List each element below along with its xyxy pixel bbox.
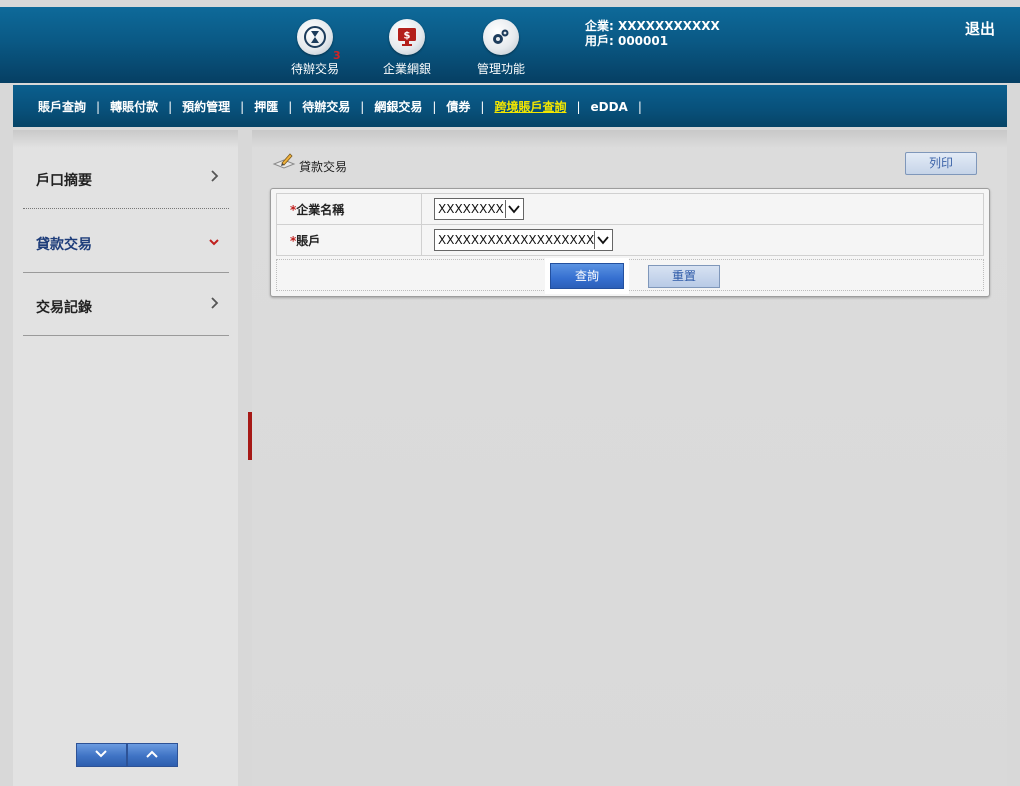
chevron-down-icon[interactable] <box>594 231 612 249</box>
corporate-banking-label: 企業網銀 <box>382 62 431 76</box>
company-name-select[interactable]: XXXXXXXX <box>434 198 524 220</box>
page-header: 貸款交易 <box>272 151 347 175</box>
management-label: 管理功能 <box>476 62 525 76</box>
hourglass-icon[interactable] <box>297 19 333 55</box>
sidebar-scroll-buttons <box>76 743 178 767</box>
sidebar-item-label: 戶口摘要 <box>36 172 92 189</box>
user-info: 企業: XXXXXXXXXXX 用戶: 000001 <box>585 19 720 49</box>
menu-item-transfer-payment[interactable]: 轉賬付款 <box>110 98 158 115</box>
chevron-down-icon <box>95 750 107 758</box>
menu-item-edda[interactable]: eDDA <box>591 100 628 114</box>
chevron-right-icon <box>211 297 219 313</box>
svg-text:$: $ <box>404 31 411 42</box>
main-menu-bar: 賬戶查詢 | 轉賬付款 | 預約管理 | 押匯 | 待辦交易 | 網銀交易 | … <box>13 85 1007 127</box>
sidebar-divider <box>23 335 229 336</box>
scroll-down-button[interactable] <box>76 743 127 767</box>
menu-separator: | <box>360 99 365 114</box>
menu-item-pending-transactions[interactable]: 待辦交易 <box>302 98 350 115</box>
pending-count-badge: 3 <box>333 49 341 62</box>
pending-transactions-nav[interactable]: 3 待辦交易 <box>280 19 350 77</box>
sidebar-item-label: 交易記錄 <box>36 299 92 316</box>
company-name-label: *企業名稱 <box>276 193 422 225</box>
reset-button[interactable]: 重置 <box>648 265 720 288</box>
pencil-paper-icon <box>272 151 296 175</box>
user-line: 用戶: 000001 <box>585 34 669 48</box>
menu-item-online-transactions[interactable]: 網銀交易 <box>374 98 422 115</box>
chevron-right-icon <box>211 170 219 186</box>
account-select[interactable]: XXXXXXXXXXXXXXXXXXXXX <box>434 229 613 251</box>
print-button[interactable]: 列印 <box>905 152 977 175</box>
menu-separator: | <box>288 99 293 114</box>
menu-items: 賬戶查詢 | 轉賬付款 | 預約管理 | 押匯 | 待辦交易 | 網銀交易 | … <box>38 98 652 115</box>
sidebar-item-loan-transactions[interactable]: 貸款交易 <box>23 210 229 273</box>
query-button[interactable]: 查詢 <box>550 263 624 289</box>
menu-separator: | <box>480 99 485 114</box>
account-cell: XXXXXXXXXXXXXXXXXXXXX <box>421 224 984 256</box>
monitor-dollar-icon[interactable]: $ <box>389 19 425 55</box>
sidebar-divider <box>23 208 229 209</box>
menu-item-scheduled-management[interactable]: 預約管理 <box>182 98 230 115</box>
management-nav[interactable]: 管理功能 <box>466 19 536 77</box>
menu-separator: | <box>432 99 437 114</box>
menu-separator: | <box>168 99 173 114</box>
scroll-up-button[interactable] <box>127 743 178 767</box>
chevron-down-icon <box>209 234 219 250</box>
menu-separator: | <box>637 99 642 114</box>
top-header: 3 待辦交易 $ 企業網銀 管理功能 企業: XXXXXXXXXXX 用戶: 0… <box>0 7 1020 83</box>
sidebar-item-label: 貸款交易 <box>36 236 92 253</box>
company-name-cell: XXXXXXXX <box>421 193 984 225</box>
menu-separator: | <box>240 99 245 114</box>
main-content: 貸款交易 列印 *企業名稱 XXXXXXXX *賬戶 XXXXXXXXXXXXX… <box>252 130 1007 786</box>
corporate-banking-nav[interactable]: $ 企業網銀 <box>372 19 442 77</box>
chevron-up-icon <box>146 750 158 758</box>
menu-separator: | <box>576 99 581 114</box>
form-table: *企業名稱 XXXXXXXX *賬戶 XXXXXXXXXXXXXXXXXXXXX <box>276 193 984 256</box>
sidebar-item-account-summary[interactable]: 戶口摘要 <box>23 146 229 209</box>
company-name-value: XXXXXXXX <box>438 202 504 216</box>
menu-item-cross-border-inquiry[interactable]: 跨境賬戶查詢 <box>494 98 566 115</box>
query-form: *企業名稱 XXXXXXXX *賬戶 XXXXXXXXXXXXXXXXXXXXX <box>270 188 990 297</box>
form-row-account: *賬戶 XXXXXXXXXXXXXXXXXXXXX <box>276 224 984 256</box>
menu-item-bonds[interactable]: 債券 <box>446 98 470 115</box>
form-row-company: *企業名稱 XXXXXXXX <box>276 193 984 225</box>
menu-item-bills[interactable]: 押匯 <box>254 98 278 115</box>
form-buttons-row: 查詢 重置 <box>276 259 984 291</box>
account-label: *賬戶 <box>276 224 422 256</box>
sidebar: 戶口摘要 貸款交易 交易記錄 <box>13 130 238 786</box>
company-line: 企業: XXXXXXXXXXX <box>585 19 720 33</box>
pending-transactions-label: 待辦交易 <box>290 62 339 76</box>
chevron-down-icon[interactable] <box>505 200 523 218</box>
gears-icon[interactable] <box>483 19 519 55</box>
logout-link[interactable]: 退出 <box>965 18 995 39</box>
menu-item-account-inquiry[interactable]: 賬戶查詢 <box>38 98 86 115</box>
menu-separator: | <box>96 99 101 114</box>
sidebar-item-transaction-records[interactable]: 交易記錄 <box>23 273 229 336</box>
account-value: XXXXXXXXXXXXXXXXXXXXX <box>438 233 594 247</box>
page-title: 貸款交易 <box>299 160 348 174</box>
